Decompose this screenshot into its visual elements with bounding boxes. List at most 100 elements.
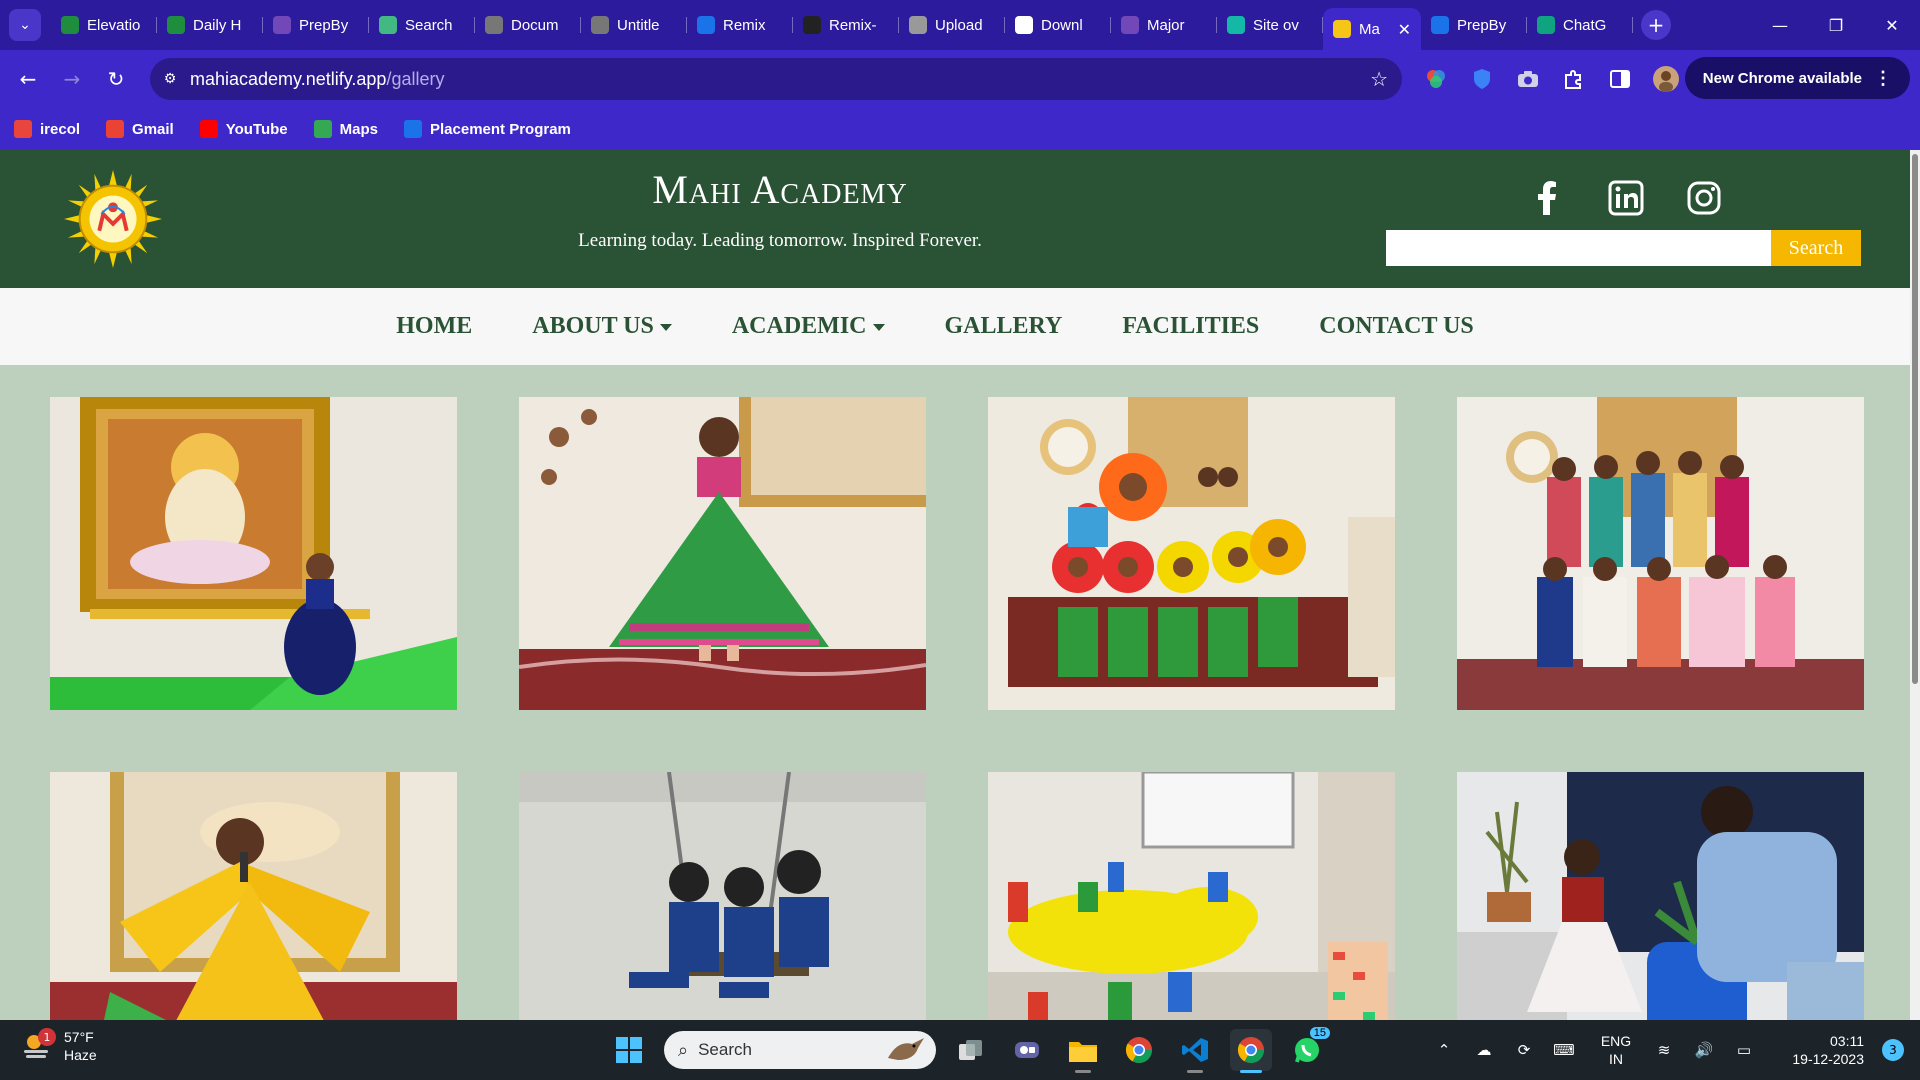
linkedin-icon[interactable]	[1608, 180, 1644, 216]
back-button[interactable]: ←	[6, 57, 50, 101]
new-tab-button[interactable]: +	[1641, 10, 1671, 40]
clock[interactable]: 03:11 19-12-2023	[1778, 1032, 1864, 1068]
nav-link-facilities[interactable]: FACILITIES	[1122, 313, 1259, 340]
camera-extension-icon[interactable]	[1512, 63, 1544, 95]
weather-desc: Haze	[64, 1047, 97, 1063]
restore-button[interactable]: ❐	[1808, 0, 1864, 50]
volume-icon[interactable]: 🔊	[1684, 1041, 1724, 1059]
tab-title: Untitle	[617, 16, 660, 34]
nav-link-home[interactable]: HOME	[396, 313, 472, 340]
tab-search-button[interactable]: ⌄	[9, 9, 41, 41]
keyboard-icon[interactable]: ⌨	[1544, 1041, 1584, 1059]
puzzle-extensions-icon[interactable]	[1558, 63, 1590, 95]
site-search-button[interactable]: Search	[1771, 230, 1861, 266]
bookmark-item[interactable]: Placement Program	[404, 120, 571, 138]
browser-tab[interactable]: Docum	[475, 8, 581, 42]
sheets-icon	[167, 16, 185, 34]
chrome-app-icon[interactable]	[1118, 1029, 1160, 1071]
youtube-icon	[199, 120, 218, 138]
browser-tab[interactable]: Remix-	[793, 8, 899, 42]
vscode-app-icon[interactable]	[1174, 1029, 1216, 1073]
side-panel-icon[interactable]	[1604, 63, 1636, 95]
nav-link-gallery[interactable]: GALLERY	[945, 313, 1063, 340]
tab-strip: ⌄ Elevatio Daily H PrepBy Search Docum Untitl…	[0, 0, 1920, 50]
tab-title: Search	[405, 16, 453, 34]
bookmark-item[interactable]: Maps	[313, 120, 378, 138]
gallery-photo[interactable]	[519, 772, 926, 1020]
browser-tab[interactable]: Major	[1111, 8, 1217, 42]
browser-tab[interactable]: Remix	[687, 8, 793, 42]
region-code: IN	[1609, 1051, 1623, 1067]
gallery-photo[interactable]	[1457, 397, 1864, 710]
arrow-right-icon: →	[63, 67, 81, 91]
site-info-icon[interactable]: ⚙	[150, 71, 190, 87]
gallery-photo[interactable]	[988, 397, 1395, 710]
system-tray: ⌃ ☁ ⟳ ⌨ ENG IN ≋ 🔊 ▭ 03:11 19-12-2023 3	[1424, 1020, 1920, 1080]
browser-tab[interactable]: Search	[369, 8, 475, 42]
browser-tab[interactable]: Ma ✕	[1323, 8, 1421, 50]
whatsapp-app-icon[interactable]: 15	[1286, 1027, 1330, 1071]
nav-link-contact-us[interactable]: CONTACT US	[1319, 313, 1473, 340]
language-indicator[interactable]: ENG IN	[1588, 1032, 1644, 1068]
download-icon	[1015, 16, 1033, 34]
browser-tab[interactable]: Site ov	[1217, 8, 1323, 42]
bookmark-star-icon[interactable]: ☆	[1370, 67, 1388, 91]
remix-icon	[697, 16, 715, 34]
close-tab-icon[interactable]: ✕	[1398, 20, 1411, 39]
nav-link-about-us[interactable]: ABOUT US	[532, 313, 672, 340]
wifi-icon[interactable]: ≋	[1644, 1041, 1684, 1059]
bookmark-item[interactable]: Gmail	[106, 120, 174, 138]
site-search-input[interactable]	[1386, 230, 1771, 266]
browser-tab[interactable]: Daily H	[157, 8, 263, 42]
bookmark-item[interactable]: YouTube	[199, 120, 288, 138]
photo-gallery	[50, 397, 1865, 1020]
meet-app-icon[interactable]	[1006, 1029, 1048, 1071]
weather-widget[interactable]: 1 57°F Haze	[20, 1028, 97, 1064]
site-title: Mahi Academy	[652, 167, 908, 212]
browser-tab[interactable]: Upload	[899, 8, 1005, 42]
notification-badge[interactable]: 3	[1882, 1039, 1904, 1061]
tab-title: Site ov	[1253, 16, 1299, 34]
social-links	[1530, 180, 1722, 216]
page-scrollbar[interactable]	[1910, 150, 1920, 1020]
browser-tab[interactable]: Untitle	[581, 8, 687, 42]
start-button[interactable]	[608, 1029, 650, 1071]
gallery-photo[interactable]	[50, 397, 457, 710]
facebook-icon[interactable]	[1530, 180, 1566, 216]
taskbar-apps: ⌕ Search 15	[608, 1027, 1330, 1073]
browser-tab[interactable]: Elevatio	[51, 8, 157, 42]
gallery-photo[interactable]	[50, 772, 457, 1020]
gallery-photo[interactable]	[1457, 772, 1864, 1020]
gallery-photo[interactable]	[519, 397, 926, 710]
chrome-active-app-icon[interactable]	[1230, 1029, 1272, 1073]
url-path: /gallery	[386, 68, 445, 89]
color-picker-extension-icon[interactable]	[1420, 63, 1452, 95]
chrome-update-button[interactable]: New Chrome available ⋮	[1684, 57, 1910, 99]
browser-tab[interactable]: PrepBy	[1421, 8, 1527, 42]
github-icon	[803, 16, 821, 34]
forward-button[interactable]: →	[50, 57, 94, 101]
shield-extension-icon[interactable]	[1466, 63, 1498, 95]
address-bar[interactable]: ⚙ mahiacademy.netlify.app/gallery ☆	[150, 58, 1402, 100]
browser-tab[interactable]: ChatG	[1527, 8, 1633, 42]
onedrive-icon[interactable]: ☁	[1464, 1041, 1504, 1059]
close-window-button[interactable]: ✕	[1864, 0, 1920, 50]
file-explorer-icon[interactable]	[1062, 1029, 1104, 1073]
battery-icon[interactable]: ▭	[1724, 1041, 1764, 1059]
site-tagline: Learning today. Leading tomorrow. Inspir…	[578, 230, 982, 251]
taskbar-search[interactable]: ⌕ Search	[664, 1031, 936, 1069]
chevron-up-icon[interactable]: ⌃	[1424, 1041, 1464, 1059]
reload-button[interactable]: ↻	[94, 57, 138, 101]
gallery-photo[interactable]	[988, 772, 1395, 1020]
sync-icon[interactable]: ⟳	[1504, 1041, 1544, 1059]
bookmark-item[interactable]: irecol	[14, 120, 80, 138]
browser-tab[interactable]: PrepBy	[263, 8, 369, 42]
profile-avatar[interactable]	[1650, 63, 1682, 95]
task-view-button[interactable]	[950, 1029, 992, 1071]
browser-tab[interactable]: Downl	[1005, 8, 1111, 42]
url-text[interactable]: mahiacademy.netlify.app/gallery	[190, 69, 444, 90]
instagram-icon[interactable]	[1686, 180, 1722, 216]
minimize-button[interactable]: —	[1752, 0, 1808, 50]
scrollbar-thumb[interactable]	[1912, 154, 1918, 684]
nav-link-academic[interactable]: ACADEMIC	[732, 313, 885, 340]
